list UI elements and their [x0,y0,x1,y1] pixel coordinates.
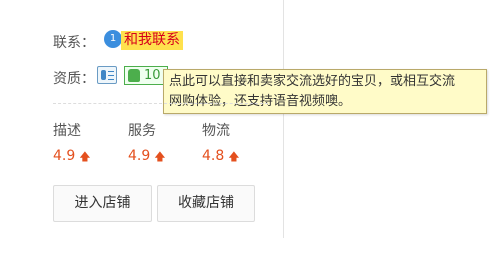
rating-score: 4.9 🡅 [53,148,91,164]
enter-shop-button[interactable]: 进入店铺 [53,185,152,222]
certification-badge[interactable]: 10 [124,66,168,85]
tooltip-line-2: 网购体验，还支持语音视频噢。 [169,94,352,109]
contact-tooltip: 点此可以直接和卖家交流选好的宝贝，或相互交流 网购体验，还支持语音视频噢。 [163,69,487,114]
favorite-shop-button[interactable]: 收藏店铺 [157,185,255,222]
contact-seller-link[interactable]: 和我联系 [121,31,183,50]
rating-name: 描述 [53,123,81,139]
arrow-up-icon: 🡅 [79,150,91,163]
rating-service: 服务 4.9 🡅 [128,122,188,166]
rating-name: 物流 [202,123,230,139]
rating-score: 4.9 🡅 [128,148,166,164]
panel-divider [283,0,284,238]
section-divider [53,103,268,104]
rating-name: 服务 [128,123,156,139]
rating-score: 4.8 🡅 [202,148,240,164]
rating-description: 描述 4.9 🡅 [53,122,113,166]
qualification-label: 资质： [53,71,95,87]
shop-info-panel: 联系： 1 和我联系 资质： 10 点此可以直接和卖家交流选好的宝贝，或相互交流… [0,0,500,262]
tooltip-line-1: 点此可以直接和卖家交流选好的宝贝，或相互交流 [169,74,456,89]
contact-label: 联系： [53,35,95,51]
android-icon [128,69,140,82]
certification-number: 10 [144,68,161,83]
arrow-up-icon: 🡅 [154,150,166,163]
id-card-icon[interactable] [97,66,117,84]
arrow-up-icon: 🡅 [228,150,240,163]
chat-icon[interactable]: 1 [104,30,122,48]
rating-logistics: 物流 4.8 🡅 [202,122,262,166]
